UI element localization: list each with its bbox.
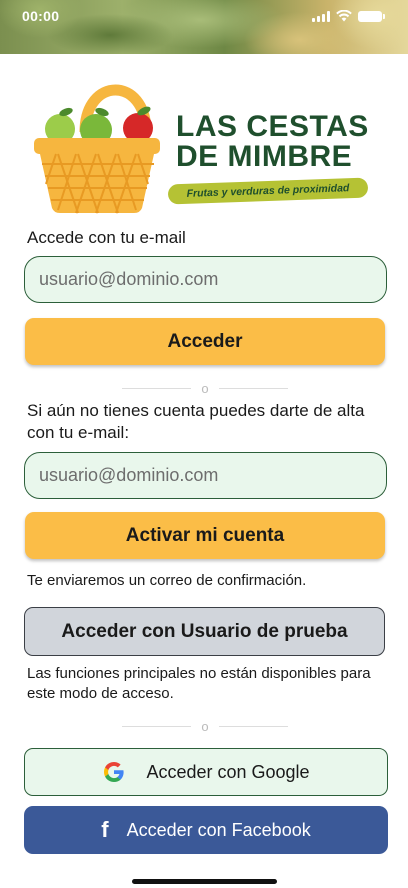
wifi-icon — [336, 10, 352, 22]
facebook-icon: f — [101, 817, 109, 842]
test-user-button[interactable]: Acceder con Usuario de prueba — [24, 607, 385, 656]
battery-icon — [358, 10, 385, 22]
divider-or: o — [122, 380, 288, 396]
signup-email-input[interactable] — [24, 452, 387, 499]
activate-account-button[interactable]: Activar mi cuenta — [25, 512, 385, 559]
signal-icon — [312, 10, 330, 22]
login-label: Accede con tu e-mail — [27, 228, 186, 247]
facebook-button-label: Acceder con Facebook — [126, 819, 311, 840]
confirmation-note: Te enviaremos un correo de confirmación. — [27, 572, 307, 589]
status-icons — [312, 10, 385, 22]
facebook-login-button[interactable]: f Acceder con Facebook — [24, 806, 388, 854]
login-button[interactable]: Acceder — [25, 318, 385, 365]
home-indicator — [132, 879, 277, 884]
google-button-label: Acceder con Google — [146, 761, 310, 782]
login-email-input[interactable] — [24, 256, 387, 303]
test-user-note: Las funciones principales no están dispo… — [27, 665, 371, 702]
status-bar: 00:00 — [0, 0, 408, 32]
divider-text-2: o — [201, 718, 209, 734]
divider-or-2: o — [122, 718, 288, 734]
brand-line-1: LAS CESTAS — [176, 110, 369, 143]
divider-text: o — [201, 380, 209, 396]
brand-name: LAS CESTAS DE MIMBRE — [176, 112, 369, 172]
google-login-button[interactable]: Acceder con Google — [24, 748, 388, 796]
google-icon — [104, 762, 125, 782]
brand-line-2: DE MIMBRE — [176, 140, 353, 173]
signup-label: Si aún no tienes cuenta puedes darte de … — [27, 401, 365, 442]
status-time: 00:00 — [22, 8, 60, 24]
